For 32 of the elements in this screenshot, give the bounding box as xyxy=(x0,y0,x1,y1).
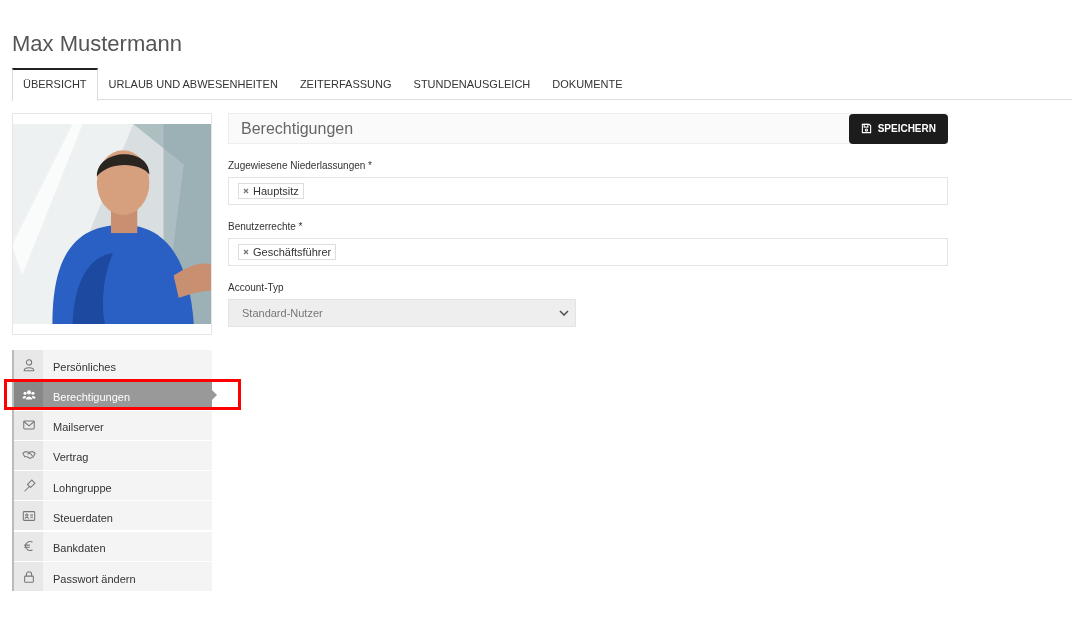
sidebar-item[interactable]: Lohngruppe xyxy=(14,471,212,501)
remove-icon[interactable] xyxy=(243,249,249,255)
panel-title: Berechtigungen xyxy=(241,119,354,138)
euro-icon xyxy=(21,539,36,554)
sidebar-item[interactable]: Mailserver xyxy=(14,410,212,440)
page-title: Max Mustermann xyxy=(12,30,183,58)
field-label: Zugewiesene Niederlassungen * xyxy=(228,160,373,171)
tag-field[interactable]: Hauptsitz xyxy=(228,177,948,205)
sidebar-item[interactable]: Bankdaten xyxy=(14,531,212,561)
sidebar-item[interactable]: Persönliches xyxy=(14,350,212,379)
tab[interactable]: STUNDENAUSGLEICH xyxy=(402,68,542,99)
save-icon xyxy=(860,123,872,134)
field-label: Benutzerrechte * xyxy=(228,221,304,232)
tab[interactable]: URLAUB UND ABWESENHEITEN xyxy=(97,68,289,99)
sidebar-item[interactable]: Passwort ändern xyxy=(14,562,212,592)
remove-icon[interactable] xyxy=(243,188,249,194)
tag-label: Geschäftsführer xyxy=(253,246,332,258)
tab[interactable]: ZEITERFASSUNG xyxy=(288,68,403,99)
tag-field[interactable]: Geschäftsführer xyxy=(228,238,948,266)
person-icon xyxy=(21,357,36,372)
tab[interactable]: ÜBERSICHT xyxy=(12,68,98,101)
id-card-icon xyxy=(21,509,36,523)
lock-icon xyxy=(21,569,36,584)
tag-label: Hauptsitz xyxy=(253,185,299,197)
chevron-down-icon xyxy=(559,310,569,316)
pointer-arrow xyxy=(212,390,217,401)
envelope-icon xyxy=(21,418,36,433)
field-label: Account-Typ xyxy=(228,282,285,293)
save-button[interactable]: SPEICHERN xyxy=(848,113,948,144)
sidebar-item[interactable]: Steuerdaten xyxy=(14,501,212,531)
sidebar-item[interactable]: Vertrag xyxy=(14,440,212,470)
tab[interactable]: DOKUMENTE xyxy=(541,68,634,99)
